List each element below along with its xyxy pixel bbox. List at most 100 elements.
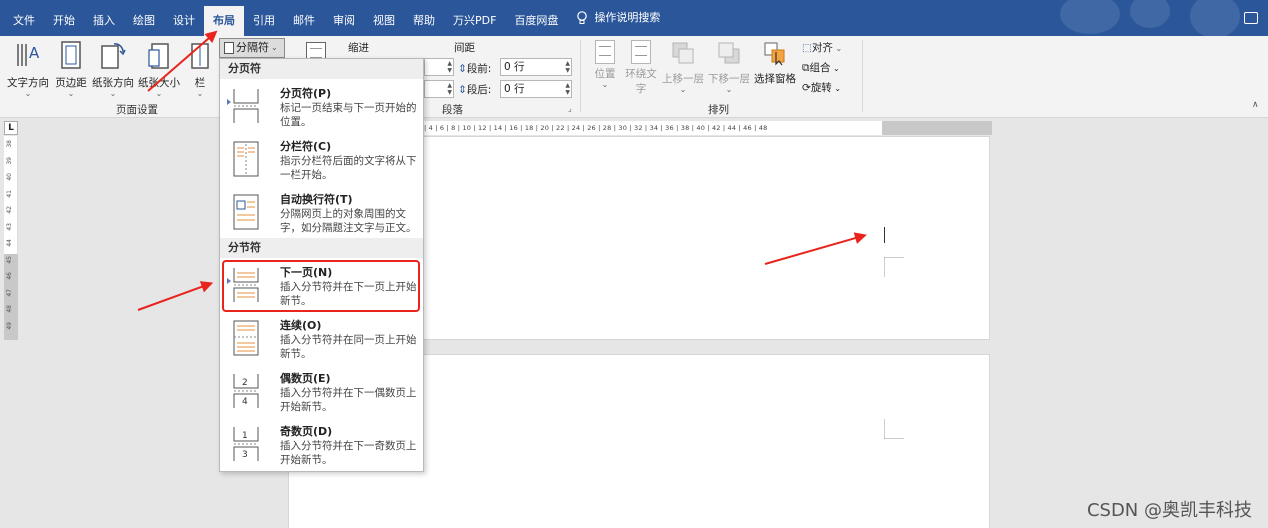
rotate-button[interactable]: ⟳旋转 ⌄	[802, 80, 841, 95]
space-before-input[interactable]: 0 行 ▲ ▼	[500, 58, 572, 76]
menu-item-title: 连续(O)	[280, 319, 322, 332]
comment-icon[interactable]	[1244, 12, 1258, 24]
even-icon-num-top: 2	[242, 378, 248, 388]
text-direction-button[interactable]: A 文字方向 ⌄	[6, 40, 50, 98]
position-button[interactable]: 位置 ⌄	[588, 40, 622, 89]
tab-mailings[interactable]: 邮件	[284, 0, 324, 36]
tab-design[interactable]: 设计	[164, 0, 204, 36]
tab-draw[interactable]: 绘图	[124, 0, 164, 36]
wrap-text-button[interactable]: 环绕文 字	[622, 40, 660, 96]
horizontal-ruler: | 4 | 6 | 8 | 10 | 12 | 14 | 16 | 18 | 2…	[424, 121, 992, 135]
ruler-tick-label: | 30	[613, 124, 630, 132]
bring-forward-button[interactable]: 上移一层 ⌄	[660, 40, 706, 94]
lightbulb-icon	[577, 11, 588, 24]
rotate-icon: ⟳	[802, 82, 811, 94]
tab-home[interactable]: 开始	[44, 0, 84, 36]
ruler-tick-label: | 34	[644, 124, 661, 132]
svg-text:A: A	[29, 44, 40, 62]
continuous-section-icon	[233, 320, 259, 356]
decor-shape	[1130, 0, 1170, 28]
tab-view[interactable]: 视图	[364, 0, 404, 36]
tell-me-label: 操作说明搜索	[594, 11, 661, 24]
section-breaks-header: 分节符	[220, 238, 423, 258]
chevron-down-icon: ⌄	[67, 89, 75, 98]
menu-item-next-page[interactable]: 下一页(N) 插入分节符并在下一页上开始新节。	[220, 258, 423, 312]
menu-item-column-break[interactable]: 分栏符(C) 指示分栏符后面的文字将从下一栏开始。	[220, 132, 423, 185]
ruler-tick-label: | 20	[535, 124, 552, 132]
tab-references[interactable]: 引用	[244, 0, 284, 36]
column-break-icon	[233, 141, 259, 177]
vertical-ruler: 38 39 40 41 42 43 44 45 46 47 48 49	[4, 136, 18, 340]
send-backward-button[interactable]: 下移一层 ⌄	[706, 40, 752, 94]
page-breaks-header: 分页符	[220, 59, 423, 79]
collapse-ribbon-icon[interactable]: ∧	[1252, 100, 1259, 110]
text-direction-label: 文字方向	[7, 77, 49, 89]
menu-item-page-break[interactable]: 分页符(P) 标记一页结束与下一页开始的位置。	[220, 79, 423, 132]
page-size-icon	[148, 43, 169, 69]
tab-wondershare-pdf[interactable]: 万兴PDF	[444, 0, 505, 36]
breaks-icon	[224, 42, 234, 54]
margin-corner-mark	[884, 257, 904, 277]
chevron-down-icon: ⌄	[679, 85, 687, 94]
tab-insert[interactable]: 插入	[84, 0, 124, 36]
tab-review[interactable]: 审阅	[324, 0, 364, 36]
chevron-down-icon: ⌄	[725, 85, 733, 94]
tab-help[interactable]: 帮助	[404, 0, 444, 36]
ruler-tick-label: | 18	[520, 124, 536, 132]
group-separator	[862, 40, 863, 112]
ruler-tick-label: | 38	[676, 124, 692, 132]
menu-item-odd-page[interactable]: 1 3 奇数页(D) 插入分节符并在下一奇数页上开始新节。	[220, 417, 423, 470]
chevron-down-icon: ⌄	[24, 89, 32, 98]
ruler-tick-label: 47	[6, 288, 13, 297]
columns-button[interactable]: 栏 ⌄	[186, 40, 214, 98]
paragraph-dialog-launcher-icon[interactable]: ⌟	[568, 104, 572, 113]
margins-button[interactable]: 页边距 ⌄	[52, 40, 90, 98]
ruler-tick-label: | 6	[435, 124, 447, 132]
menu-item-continuous[interactable]: 连续(O) 插入分节符并在同一页上开始新节。	[220, 311, 423, 364]
breaks-label: 分隔符	[236, 41, 269, 54]
page-break-icon	[233, 89, 259, 123]
next-page-section-icon	[233, 268, 259, 302]
ruler-tick-label: 48	[6, 305, 13, 313]
size-button[interactable]: 纸张大小 ⌄	[136, 40, 182, 98]
space-after-input[interactable]: 0 行 ▲ ▼	[500, 80, 572, 98]
menu-item-desc: 标记一页结束与下一页开始的位置。	[280, 102, 417, 128]
position-icon	[595, 40, 615, 64]
ribbon: A 文字方向 ⌄ 页边距 ⌄ 纸张方向 ⌄ 纸张大小 ⌄ 栏 ⌄ 页面设置 缩进…	[0, 36, 1268, 118]
tab-stop-selector[interactable]: L	[4, 121, 18, 135]
tell-me-search[interactable]: 操作说明搜索	[567, 0, 669, 36]
watermark: CSDN @奥凯丰科技	[1086, 500, 1252, 521]
selection-pane-button[interactable]: 选择窗格	[752, 40, 798, 86]
indent-right-input[interactable]: ▲ ▼	[424, 80, 454, 98]
odd-icon-num-top: 1	[242, 431, 248, 441]
even-page-section-icon: 2 4	[233, 374, 259, 408]
menu-item-desc: 插入分节符并在同一页上开始新节。	[280, 334, 417, 360]
space-after-label: ⇕段后:	[458, 84, 492, 96]
text-wrapping-break-icon	[233, 194, 259, 230]
align-button[interactable]: ⬚对齐 ⌄	[802, 40, 842, 55]
menu-item-even-page[interactable]: 2 4 偶数页(E) 插入分节符并在下一偶数页上开始新节。	[220, 364, 423, 417]
orientation-label: 纸张方向	[92, 77, 134, 89]
orientation-button[interactable]: 纸张方向 ⌄	[90, 40, 136, 98]
indent-left-input[interactable]: ▲ ▼	[424, 58, 454, 76]
tab-file[interactable]: 文件	[4, 0, 44, 36]
ruler-tick-label: | 14	[488, 124, 505, 132]
space-before-label: ⇕段前:	[458, 63, 492, 75]
menu-item-title: 偶数页(E)	[280, 372, 331, 385]
ruler-tick-label: | 4	[424, 124, 436, 132]
bring-forward-icon	[672, 42, 694, 64]
tab-baidu-netdisk[interactable]: 百度网盘	[505, 0, 567, 36]
ruler-tick-label: 44	[6, 239, 13, 247]
ruler-tick-label: | 12	[473, 124, 489, 132]
ruler-tick-label: | 22	[551, 124, 567, 132]
ruler-tick-label: | 16	[504, 124, 521, 132]
group-icon: ⧉	[802, 62, 810, 74]
ruler-tick-label: | 48	[754, 124, 768, 132]
menu-item-text-wrapping-break[interactable]: 自动换行符(T) 分隔网页上的对象周围的文字，如分隔题注文字与正文。	[220, 185, 423, 238]
breaks-button[interactable]: 分隔符 ⌄	[219, 38, 285, 58]
group-objects-button[interactable]: ⧉组合 ⌄	[802, 60, 840, 75]
arrange-group-label: 排列	[708, 104, 729, 116]
ruler-tick-label: | 32	[629, 124, 645, 132]
ruler-tick-label: 40	[6, 173, 13, 181]
send-backward-label: 下移一层	[708, 73, 750, 85]
